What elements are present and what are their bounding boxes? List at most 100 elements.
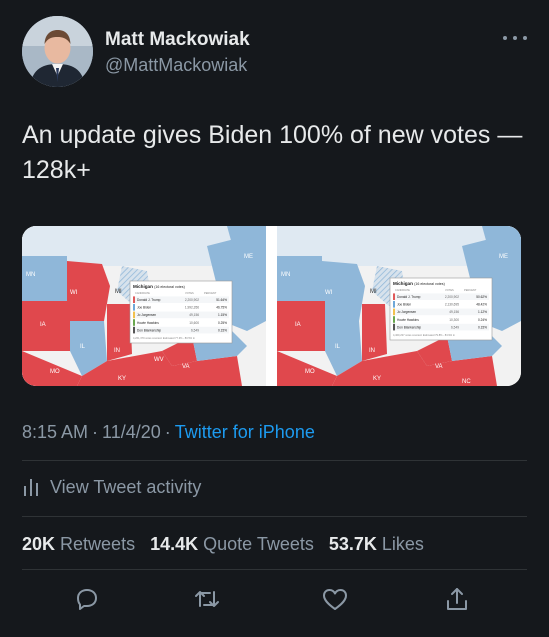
svg-text:Michigan (16 electoral votes): Michigan (16 electoral votes) [393, 281, 445, 286]
meta-separator: · [92, 422, 99, 442]
right-state-label: MO [305, 369, 315, 375]
like-icon[interactable] [320, 584, 350, 614]
right-row-percent: 0.24% [478, 318, 487, 322]
left-row-candidate: Don Blankenship [137, 328, 161, 332]
right-map: MN WI MI IA IL IN MO KY VA NC ME Michiga… [277, 226, 521, 386]
left-row-votes: 10,600 [189, 321, 199, 325]
right-row-percent: 0.15% [478, 325, 487, 329]
divider [22, 516, 527, 517]
left-row-votes: 49,156 [189, 313, 199, 317]
left-row-percent: 51.64% [216, 298, 227, 302]
left-state-label: IL [80, 344, 86, 350]
left-state-label: IN [114, 348, 120, 354]
left-col-votes: VOTES [185, 291, 194, 295]
left-row-candidate: Jo Jorgensen [137, 313, 156, 317]
right-row-swatch [393, 323, 395, 331]
left-row-candidate: Howie Hawkins [137, 321, 159, 325]
share-icon[interactable] [442, 584, 472, 614]
stat-number: 20K [22, 534, 56, 554]
right-row-swatch [393, 301, 395, 308]
activity-bars-icon [22, 478, 40, 496]
left-row-swatch [133, 311, 135, 319]
left-state-label: VA [182, 364, 190, 370]
right-row-swatch [393, 293, 395, 300]
right-box-subtitle: (16 electoral votes) [414, 282, 445, 286]
left-box-title: Michigan [133, 284, 153, 289]
left-row-swatch [133, 304, 135, 311]
tweet-header: Matt Mackowiak @MattMackowiak [22, 16, 527, 90]
meta-separator: · [164, 422, 171, 442]
tweet-actions [22, 584, 527, 614]
left-box-footer: 4,261,379 votes counted. Estimated 77.3%… [133, 336, 195, 340]
left-row-swatch [133, 296, 135, 303]
right-col-votes: VOTES [445, 288, 454, 292]
stat-label: Likes [381, 534, 424, 554]
display-name[interactable]: Matt Mackowiak [105, 28, 250, 52]
stat-number: 14.4K [150, 534, 199, 554]
left-row-candidate: Donald J. Trump [137, 298, 161, 302]
right-row-candidate: Howie Hawkins [397, 318, 419, 322]
right-row-votes: 49,156 [449, 310, 459, 314]
right-row-votes: 10,300 [449, 318, 459, 322]
tweet-time[interactable]: 8:15 AM [22, 422, 88, 442]
handle[interactable]: @MattMackowiak [105, 53, 250, 77]
right-row-candidate: Jo Jorgensen [397, 310, 416, 314]
right-row-candidate: Joe Biden [397, 303, 411, 307]
stat-number: 53.7K [328, 534, 377, 554]
left-row-votes: 1,992,356 [185, 306, 199, 310]
left-state-label: KY [118, 376, 126, 382]
right-col-candidate: CANDIDATE [395, 288, 410, 292]
right-state-label: MI [370, 289, 377, 295]
left-state-label: WV [154, 357, 164, 363]
left-state-label: MN [26, 272, 35, 278]
left-state-label: ME [244, 254, 253, 260]
left-results-box: Michigan (16 electoral votes) CANDIDATE … [129, 280, 233, 344]
left-row-votes: 2,200,902 [185, 298, 199, 302]
right-row-percent: 48.42% [476, 303, 487, 307]
tweet-date[interactable]: 11/4/20 [102, 422, 161, 442]
right-row-swatch [393, 308, 395, 316]
right-box-footer: 4,400,237 votes counted. Estimated 79.8%… [393, 333, 455, 337]
right-state-label: IL [335, 344, 341, 350]
more-options-icon[interactable] [503, 32, 527, 44]
right-state-label: IA [295, 322, 301, 328]
tweet-source-link[interactable]: Twitter for iPhone [175, 422, 315, 442]
left-row-percent: 1.15% [218, 313, 227, 317]
retweet-icon[interactable] [192, 584, 222, 614]
quote-tweets-stat[interactable]: 14.4K Quote Tweets [150, 531, 314, 557]
retweets-stat[interactable]: 20K Retweets [22, 531, 135, 557]
right-results-box: Michigan (16 electoral votes) CANDIDATE … [389, 277, 493, 341]
right-row-percent: 1.12% [478, 310, 487, 314]
right-row-votes: 2,200,902 [445, 295, 459, 299]
right-row-swatch [393, 316, 395, 323]
tweet-text: An update gives Biden 100% of new votes … [22, 121, 523, 184]
left-state-label: IA [40, 322, 46, 328]
left-state-label: MO [50, 369, 60, 375]
left-col-candidate: CANDIDATE [135, 291, 150, 295]
view-activity-link[interactable]: View Tweet activity [22, 474, 201, 500]
right-state-label: IN [369, 348, 375, 354]
left-row-candidate: Joe Biden [137, 306, 151, 310]
view-activity-label: View Tweet activity [50, 476, 202, 497]
left-row-percent: 0.15% [218, 328, 227, 332]
right-row-candidate: Don Blankenship [397, 325, 421, 329]
left-box-subtitle: (16 electoral votes) [154, 285, 185, 289]
tweet-meta: 8:15 AM · 11/4/20 · Twitter for iPhone [22, 420, 315, 444]
avatar[interactable] [22, 16, 93, 87]
left-map: MN WI MI IA IL IN MO KY WV VA ME Michiga… [22, 226, 266, 386]
left-state-label: WI [70, 290, 78, 296]
right-state-label: ME [499, 254, 508, 260]
right-row-percent: 50.62% [476, 295, 487, 299]
right-state-label: KY [373, 376, 381, 382]
likes-stat[interactable]: 53.7K Likes [329, 531, 424, 557]
divider [22, 569, 527, 570]
right-state-label: MN [281, 272, 290, 278]
right-row-votes: 6,549 [451, 325, 459, 329]
reply-icon[interactable] [72, 584, 102, 614]
engagement-stats: 20K Retweets 14.4K Quote Tweets 53.7K Likes [22, 531, 439, 557]
tweet-media[interactable]: MN WI MI IA IL IN MO KY WV VA ME Michiga… [22, 226, 521, 386]
right-col-percent: PERCENT [464, 288, 477, 292]
stat-label: Quote Tweets [203, 534, 314, 554]
right-box-title: Michigan [393, 281, 413, 286]
right-row-votes: 2,130,695 [445, 303, 459, 307]
